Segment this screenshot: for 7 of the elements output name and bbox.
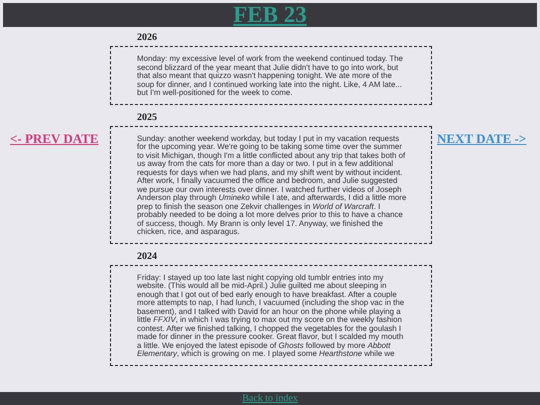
- prev-date-link[interactable]: <- PREV DATE: [10, 131, 99, 146]
- year-heading: 2024: [136, 250, 158, 262]
- back-to-index-link[interactable]: Back to index: [242, 393, 298, 404]
- year-heading: 2026: [136, 32, 158, 43]
- date-title-link[interactable]: FEB 23: [233, 3, 307, 27]
- next-date-link[interactable]: NEXT DATE ->: [437, 131, 526, 146]
- year-heading: 2025: [136, 112, 158, 122]
